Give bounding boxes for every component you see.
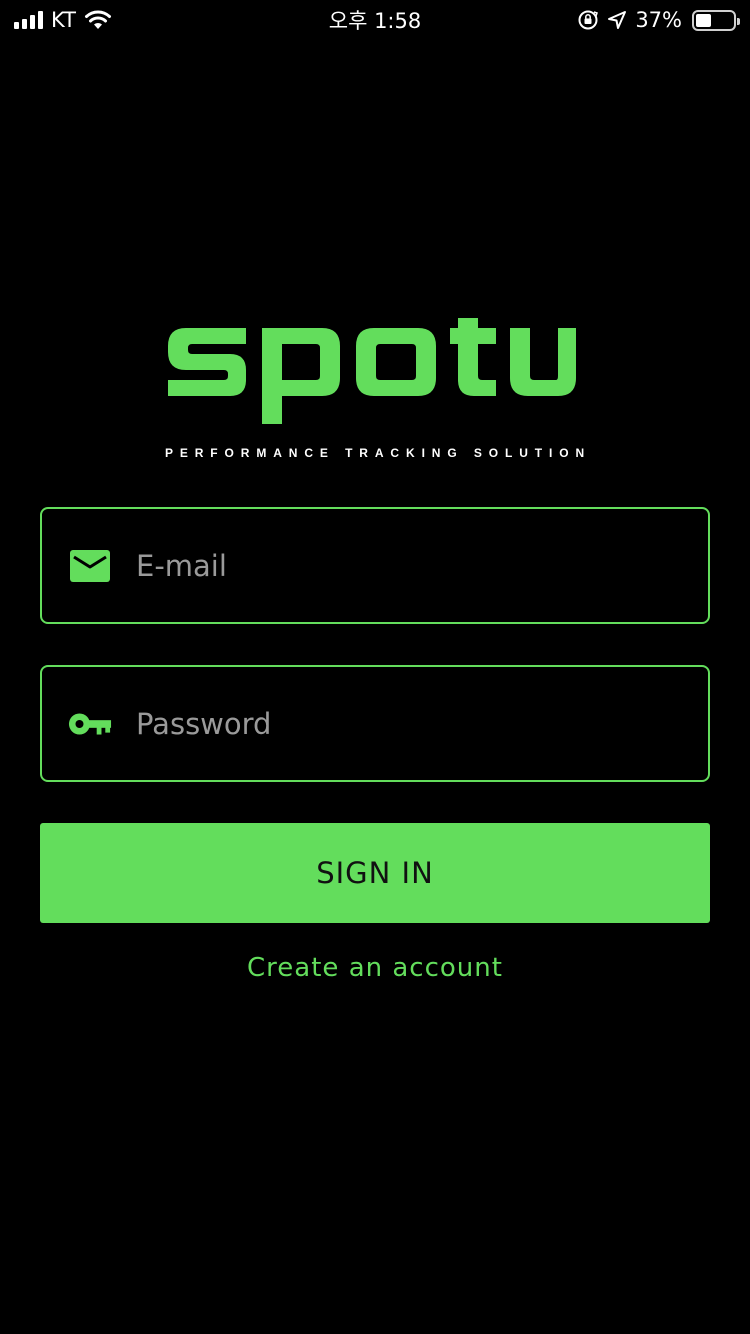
tagline: PERFORMANCE TRACKING SOLUTION bbox=[164, 446, 592, 460]
login-screen: KT 오후 1:58 37% PERFORMANCE TRACKING SOLU… bbox=[0, 0, 750, 1334]
password-input[interactable] bbox=[136, 667, 692, 780]
spotu-logo bbox=[168, 318, 576, 424]
status-time: 오후 1:58 bbox=[328, 9, 422, 33]
email-field[interactable] bbox=[40, 507, 710, 624]
email-input[interactable] bbox=[136, 509, 692, 622]
password-field[interactable] bbox=[40, 665, 710, 782]
key-icon bbox=[68, 706, 112, 742]
sign-in-button[interactable]: SIGN IN bbox=[40, 823, 710, 923]
battery-icon bbox=[692, 9, 740, 31]
status-bar: KT 오후 1:58 37% bbox=[0, 0, 750, 40]
create-account-link[interactable]: Create an account bbox=[0, 953, 750, 983]
mail-icon bbox=[68, 548, 112, 584]
